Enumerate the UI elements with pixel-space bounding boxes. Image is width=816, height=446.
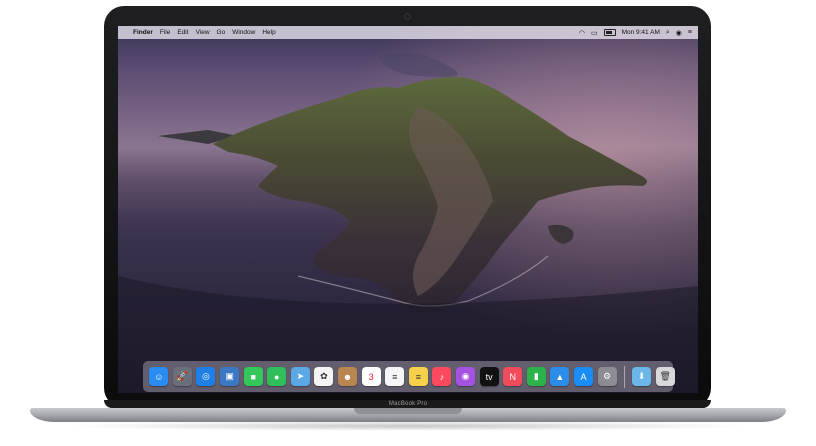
facetime-icon[interactable]: ■ bbox=[243, 367, 263, 386]
lid-notch bbox=[354, 408, 462, 414]
reminders-icon[interactable]: ≡ bbox=[385, 367, 405, 386]
photos-preview-icon[interactable]: ▣ bbox=[220, 367, 240, 386]
tv-icon[interactable]: tv bbox=[479, 367, 499, 386]
wifi-icon[interactable]: ◠ bbox=[579, 29, 585, 37]
control-center-icon[interactable]: ≡ bbox=[688, 29, 692, 36]
finder-icon[interactable]: ☺ bbox=[149, 367, 169, 386]
messages-icon[interactable]: ● bbox=[267, 367, 287, 386]
siri-icon[interactable]: ◉ bbox=[676, 29, 682, 37]
battery-icon[interactable] bbox=[603, 29, 616, 36]
calendar-icon[interactable]: 3 bbox=[361, 367, 381, 386]
menu-app-name[interactable]: Finder bbox=[133, 29, 153, 36]
podcasts-icon[interactable]: ◉ bbox=[456, 367, 476, 386]
desktop-screen: Finder File Edit View Go Window Help ◠ ▭… bbox=[118, 26, 698, 393]
system-preferences-icon[interactable]: ⚙ bbox=[597, 367, 617, 386]
airplay-icon[interactable]: ▭ bbox=[591, 29, 598, 37]
dock-separator bbox=[623, 365, 625, 388]
search-icon[interactable]: ⌕ bbox=[666, 29, 670, 37]
menu-clock[interactable]: Mon 9:41 AM bbox=[622, 29, 660, 36]
music-icon[interactable]: ♪ bbox=[432, 367, 452, 386]
trash-icon[interactable]: 🗑 bbox=[655, 367, 675, 386]
menu-bar: Finder File Edit View Go Window Help ◠ ▭… bbox=[118, 26, 698, 39]
dock: ☺ 🚀 ◎ ▣ ■ ● ➤ ✿ ☻ 3 ≡ ≡ ♪ ◉ tv N ▮ ▲ A ⚙ ⬇ 🗑 bbox=[143, 361, 675, 392]
keynote-icon[interactable]: ▲ bbox=[550, 367, 570, 386]
camera bbox=[404, 13, 411, 20]
launchpad-icon[interactable]: 🚀 bbox=[172, 367, 192, 386]
downloads-folder-icon[interactable]: ⬇ bbox=[632, 367, 652, 386]
menu-window[interactable]: Window bbox=[232, 29, 255, 36]
contacts-icon[interactable]: ☻ bbox=[338, 367, 358, 386]
safari-icon[interactable]: ◎ bbox=[196, 367, 216, 386]
menu-file[interactable]: File bbox=[160, 29, 170, 36]
menu-go[interactable]: Go bbox=[217, 29, 226, 36]
base-shadow bbox=[60, 421, 756, 431]
menu-help[interactable]: Help bbox=[262, 29, 275, 36]
photos-icon[interactable]: ✿ bbox=[314, 367, 334, 386]
maps-icon[interactable]: ➤ bbox=[290, 367, 310, 386]
notes-icon[interactable]: ≡ bbox=[408, 367, 428, 386]
menu-edit[interactable]: Edit bbox=[177, 29, 188, 36]
wallpaper-island bbox=[118, 26, 698, 393]
numbers-icon[interactable]: ▮ bbox=[526, 367, 546, 386]
app-store-icon[interactable]: A bbox=[573, 367, 593, 386]
news-icon[interactable]: N bbox=[503, 367, 523, 386]
model-label: MacBook Pro bbox=[388, 401, 428, 407]
menu-view[interactable]: View bbox=[196, 29, 210, 36]
